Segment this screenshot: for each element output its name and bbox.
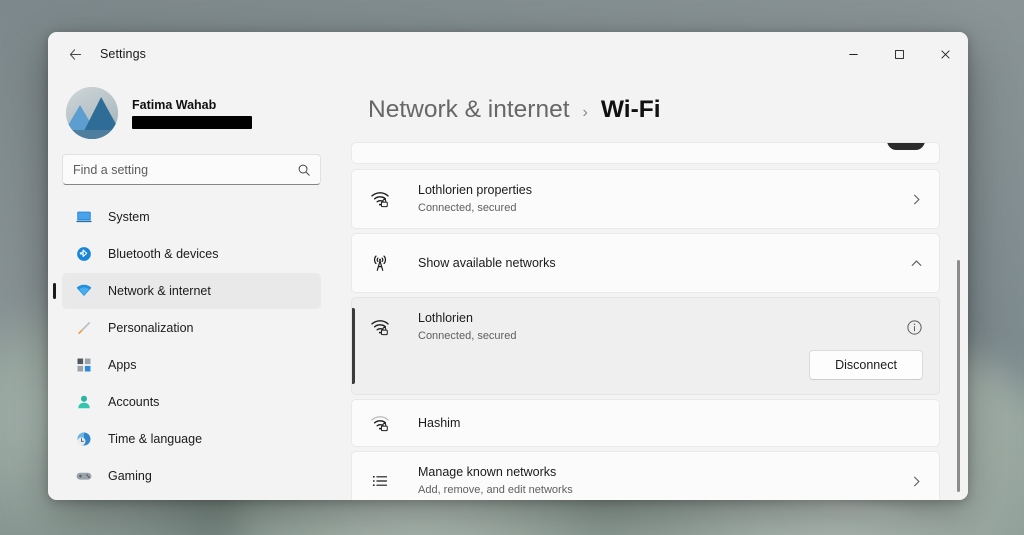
sidebar-item-label: Accounts <box>108 395 160 409</box>
row-text: Hashim <box>418 415 923 432</box>
sidebar-item-label: Apps <box>108 358 137 372</box>
row-show-available-networks[interactable]: Show available networks <box>351 233 940 293</box>
close-button[interactable] <box>922 32 968 76</box>
account-block[interactable]: Fatima Wahab <box>60 76 323 146</box>
close-icon <box>940 49 950 59</box>
bluetooth-icon <box>74 244 94 264</box>
sidebar-item-label: Personalization <box>108 321 194 335</box>
back-arrow-icon <box>69 48 81 60</box>
sidebar: Fatima Wahab Find a setting System Bluet… <box>48 76 335 500</box>
chevron-right-icon[interactable] <box>910 193 923 206</box>
sidebar-nav: System Bluetooth & devices Network & int… <box>60 199 323 494</box>
page-title: Wi-Fi <box>600 96 661 123</box>
row-text: Manage known networks Add, remove, and e… <box>418 464 898 497</box>
row-subtitle: Connected, secured <box>418 330 517 343</box>
row-subtitle: Connected, secured <box>418 202 517 215</box>
breadcrumb: Network & internet › Wi-Fi <box>347 76 968 142</box>
account-email-redacted <box>132 115 252 129</box>
avatar <box>66 87 118 139</box>
maximize-icon <box>894 49 904 59</box>
breadcrumb-parent[interactable]: Network & internet <box>368 96 570 124</box>
monitor-icon <box>74 207 94 227</box>
sidebar-item-label: Network & internet <box>108 284 211 298</box>
disconnect-button[interactable]: Disconnect <box>809 350 923 380</box>
search-input[interactable] <box>63 155 320 184</box>
desktop-background: Settings Fatima Wahab Find a setting Sys… <box>0 0 1024 535</box>
row-manage-known-networks[interactable]: Manage known networks Add, remove, and e… <box>351 451 940 500</box>
wifi-toggle-switch[interactable] <box>887 143 925 150</box>
sidebar-item-time-language[interactable]: Time & language <box>62 421 321 457</box>
info-circle-icon[interactable] <box>906 319 923 336</box>
search-box[interactable] <box>62 154 321 185</box>
back-button[interactable] <box>58 39 92 69</box>
gamepad-icon <box>74 466 94 486</box>
sidebar-item-system[interactable]: System <box>62 199 321 235</box>
wifi-toggle-card-partial[interactable] <box>351 142 940 164</box>
sidebar-item-label: Gaming <box>108 469 152 483</box>
row-text: Lothlorien Connected, secured <box>418 310 894 343</box>
row-subtitle: Add, remove, and edit networks <box>418 484 573 497</box>
sidebar-item-bluetooth-devices[interactable]: Bluetooth & devices <box>62 236 321 272</box>
sidebar-item-label: System <box>108 210 150 224</box>
account-name: Fatima Wahab <box>132 97 217 112</box>
window-controls <box>830 32 968 76</box>
row-text: Show available networks <box>418 255 898 272</box>
window-title: Settings <box>100 47 146 61</box>
settings-scroll-area[interactable]: Lothlorien properties Connected, secured <box>347 142 968 500</box>
row-title: Hashim <box>418 415 461 430</box>
row-network-lothlorien[interactable]: Lothlorien Connected, secured Disconnect <box>351 297 940 395</box>
wifi-secured-weak-icon <box>368 413 392 433</box>
sidebar-item-personalization[interactable]: Personalization <box>62 310 321 346</box>
network-actions: Disconnect <box>352 350 939 380</box>
sidebar-item-label: Time & language <box>108 432 203 446</box>
chevron-right-icon[interactable] <box>910 475 923 488</box>
apps-grid-icon <box>74 355 94 375</box>
row-lothlorien-properties[interactable]: Lothlorien properties Connected, secured <box>351 169 940 229</box>
sidebar-item-network-internet[interactable]: Network & internet <box>62 273 321 309</box>
title-bar: Settings <box>48 32 968 76</box>
chevron-right-icon: › <box>582 104 588 121</box>
wifi-icon <box>74 281 94 301</box>
chevron-up-icon[interactable] <box>910 257 923 270</box>
row-title: Lothlorien properties <box>418 183 532 198</box>
sidebar-item-apps[interactable]: Apps <box>62 347 321 383</box>
paintbrush-icon <box>74 318 94 338</box>
account-text: Fatima Wahab <box>132 98 252 129</box>
minimize-icon <box>848 53 858 55</box>
wifi-secured-icon <box>368 189 392 209</box>
maximize-button[interactable] <box>876 32 922 76</box>
row-network-hashim[interactable]: Hashim <box>351 399 940 447</box>
clock-globe-icon <box>74 429 94 449</box>
row-text: Lothlorien properties Connected, secured <box>418 182 898 215</box>
broadcast-tower-icon <box>368 253 392 273</box>
row-title: Show available networks <box>418 255 556 270</box>
settings-window: Settings Fatima Wahab Find a setting Sys… <box>48 32 968 500</box>
row-title: Lothlorien <box>418 311 473 326</box>
sidebar-item-accounts[interactable]: Accounts <box>62 384 321 420</box>
list-icon <box>368 471 392 491</box>
window-body: Fatima Wahab Find a setting System Bluet… <box>48 76 968 500</box>
sidebar-item-label: Bluetooth & devices <box>108 247 219 261</box>
scrollbar-thumb[interactable] <box>957 260 960 492</box>
main-content: Network & internet › Wi-Fi Lothlorien pr… <box>335 76 968 500</box>
search-icon <box>297 163 311 177</box>
person-icon <box>74 392 94 412</box>
wifi-secured-icon <box>368 317 392 337</box>
sidebar-item-gaming[interactable]: Gaming <box>62 458 321 494</box>
row-title: Manage known networks <box>418 465 557 480</box>
minimize-button[interactable] <box>830 32 876 76</box>
